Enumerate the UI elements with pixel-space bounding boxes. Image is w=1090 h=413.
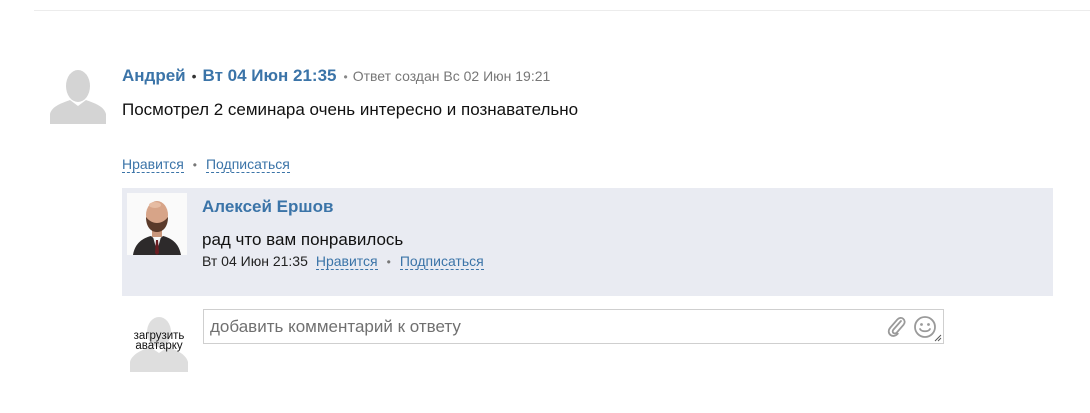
reply-comment-input[interactable]	[204, 310, 886, 343]
comment-body: Посмотрел 2 семинара очень интересно и п…	[122, 100, 579, 119]
top-divider	[34, 10, 1090, 11]
created-separator: •	[343, 70, 348, 84]
reply-body: рад что вам понравилось	[202, 230, 404, 249]
created-timestamp: Ответ создан Вс 02 Июн 19:21	[352, 68, 551, 84]
comment-header: Андрей • Вт 04 Июн 21:35 • Ответ создан …	[122, 66, 550, 88]
author-avatar[interactable]	[48, 66, 108, 124]
upload-avatar-button[interactable]: загрузить аватарку	[128, 310, 190, 372]
reply-container: Алексей Ершов рад что вам понравилось Вт…	[122, 188, 1053, 296]
actions-separator: •	[192, 158, 197, 172]
reply-actions-separator: •	[386, 255, 391, 269]
reply-date[interactable]: Вт 04 Июн 21:35	[202, 253, 308, 269]
reply-subscribe-link[interactable]: Подписаться	[399, 253, 484, 270]
header-separator: •	[191, 68, 197, 84]
reply-meta: Вт 04 Июн 21:35 Нравится • Подписаться	[202, 253, 484, 270]
comment-input-wrapper	[203, 309, 944, 344]
reply-like-link[interactable]: Нравится	[315, 253, 378, 270]
comment-author-link[interactable]: Андрей	[122, 66, 186, 86]
avatar-photo-icon	[127, 193, 187, 255]
comment-date[interactable]: Вт 04 Июн 21:35	[203, 66, 337, 86]
subscribe-link[interactable]: Подписаться	[205, 156, 290, 173]
upload-avatar-label: загрузить аватарку	[133, 330, 185, 352]
resize-handle-icon[interactable]	[933, 333, 942, 342]
reply-author-avatar[interactable]	[127, 193, 187, 255]
user-silhouette-icon	[48, 66, 108, 124]
paperclip-icon[interactable]	[886, 315, 906, 337]
reply-author-link[interactable]: Алексей Ершов	[202, 197, 333, 217]
comment-actions: Нравится • Подписаться	[122, 156, 290, 173]
like-link[interactable]: Нравится	[122, 156, 184, 173]
